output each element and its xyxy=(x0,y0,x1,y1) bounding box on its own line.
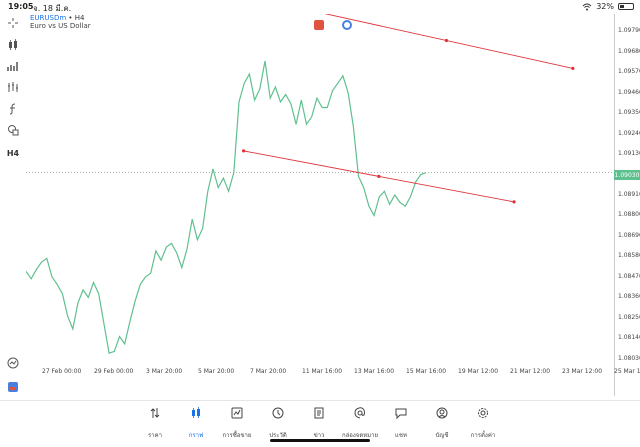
time-tick-label: 21 Mar 12:00 xyxy=(510,368,551,375)
price-tick-label: 1.08030 xyxy=(618,354,640,362)
settings-icon xyxy=(478,408,488,418)
nav-account[interactable]: บัญชี xyxy=(422,407,462,441)
nav-settings-label: การตั้งค่า xyxy=(470,432,496,439)
time-tick-label: 7 Mar 20:00 xyxy=(250,368,287,375)
quotes-icon xyxy=(150,408,160,418)
nav-chart-label: กราฟ xyxy=(188,432,204,439)
time-tick-label: 29 Feb 00:00 xyxy=(94,368,134,375)
time-tick-label: 27 Feb 00:00 xyxy=(42,368,82,375)
candles-icon[interactable] xyxy=(6,38,20,52)
price-series-line xyxy=(26,60,427,354)
bars-icon[interactable] xyxy=(6,80,20,94)
nav-trade-label: การซื้อขาย xyxy=(222,432,252,439)
price-tick-label: 1.09350 xyxy=(618,109,640,117)
price-tick-label: 1.09570 xyxy=(618,68,640,76)
trendline-handle[interactable] xyxy=(444,38,449,43)
nav-settings[interactable]: การตั้งค่า xyxy=(463,407,503,441)
mailbox-icon xyxy=(354,407,365,419)
price-tick-label: 1.08470 xyxy=(618,272,640,280)
price-tick-label: 1.08580 xyxy=(618,252,640,260)
battery-percent: 32% xyxy=(596,2,614,11)
price-chart[interactable] xyxy=(26,14,614,396)
current-price-label: 1.09030 xyxy=(614,170,640,180)
nav-trade[interactable]: การซื้อขาย xyxy=(217,407,257,441)
nav-account-label: บัญชี xyxy=(435,432,449,439)
nav-chat[interactable]: แชท xyxy=(381,407,421,441)
history-icon xyxy=(272,407,284,419)
chart-toolbar: H4 xyxy=(0,14,26,399)
time-tick-label: 19 Mar 12:00 xyxy=(458,368,499,375)
time-tick-label: 11 Mar 16:00 xyxy=(302,368,343,375)
wifi-icon xyxy=(582,3,592,10)
time-tick-label: 3 Mar 20:00 xyxy=(146,368,183,375)
timeframe-label: H4 xyxy=(6,148,20,158)
price-tick-label: 1.08910 xyxy=(618,191,640,198)
price-tick-label: 1.09130 xyxy=(618,150,640,158)
time-tick-label: 23 Mar 12:00 xyxy=(562,368,603,375)
status-time: 19:05 xyxy=(8,2,34,11)
chat-icon xyxy=(395,408,407,419)
price-tick-label: 1.09460 xyxy=(618,88,640,96)
trendline-handle[interactable] xyxy=(512,200,516,204)
price-tick-label: 1.09790 xyxy=(618,27,640,35)
shapes-icon[interactable] xyxy=(6,123,20,137)
home-indicator xyxy=(270,439,370,442)
trendline-handle[interactable] xyxy=(377,174,381,178)
nav-quotes[interactable]: ราคา xyxy=(135,407,175,441)
price-tick-label: 1.08250 xyxy=(618,313,640,321)
nav-news-label: ข่าว xyxy=(313,432,325,439)
status-bar: 19:05 จ. 18 มี.ค. 32% xyxy=(0,0,640,14)
time-tick-label: 15 Mar 16:00 xyxy=(406,368,447,375)
price-tick-label: 1.08140 xyxy=(618,334,640,342)
price-tick-label: 1.08360 xyxy=(618,293,640,301)
trendline-handle[interactable] xyxy=(241,149,246,153)
account-icon xyxy=(436,407,448,419)
crosshair-icon[interactable] xyxy=(6,16,20,30)
price-tick-label: 1.09240 xyxy=(618,129,640,137)
one-click-icon[interactable] xyxy=(6,380,20,394)
chart-icon xyxy=(192,407,200,418)
time-tick-label: 25 Mar 12: xyxy=(614,368,640,375)
status-right: 32% xyxy=(582,2,634,11)
price-tick-label: 1.09680 xyxy=(618,47,640,55)
price-tick-label: 1.08800 xyxy=(618,211,640,219)
function-icon[interactable] xyxy=(6,102,20,116)
battery-icon xyxy=(618,3,634,10)
quick-trade-icon[interactable] xyxy=(6,356,20,370)
indicators-icon[interactable] xyxy=(6,59,20,73)
time-tick-label: 5 Mar 20:00 xyxy=(198,368,235,375)
nav-chat-label: แชท xyxy=(395,432,407,439)
timeframe-button[interactable]: H4 xyxy=(6,146,20,160)
nav-history[interactable]: ประวัติ xyxy=(258,407,298,441)
time-tick-label: 13 Mar 16:00 xyxy=(354,368,395,375)
nav-quotes-label: ราคา xyxy=(148,432,162,439)
price-tick-label: 1.08690 xyxy=(618,231,640,239)
nav-mailbox-label: กล่องจดหมาย xyxy=(341,432,379,439)
nav-chart[interactable]: กราฟ xyxy=(176,407,216,441)
nav-history-label: ประวัติ xyxy=(269,432,287,439)
nav-news[interactable]: ข่าว xyxy=(299,407,339,441)
news-icon xyxy=(314,407,324,419)
trade-icon xyxy=(231,407,243,419)
trendline-handle[interactable] xyxy=(571,66,575,71)
nav-mailbox[interactable]: กล่องจดหมาย xyxy=(340,407,380,441)
